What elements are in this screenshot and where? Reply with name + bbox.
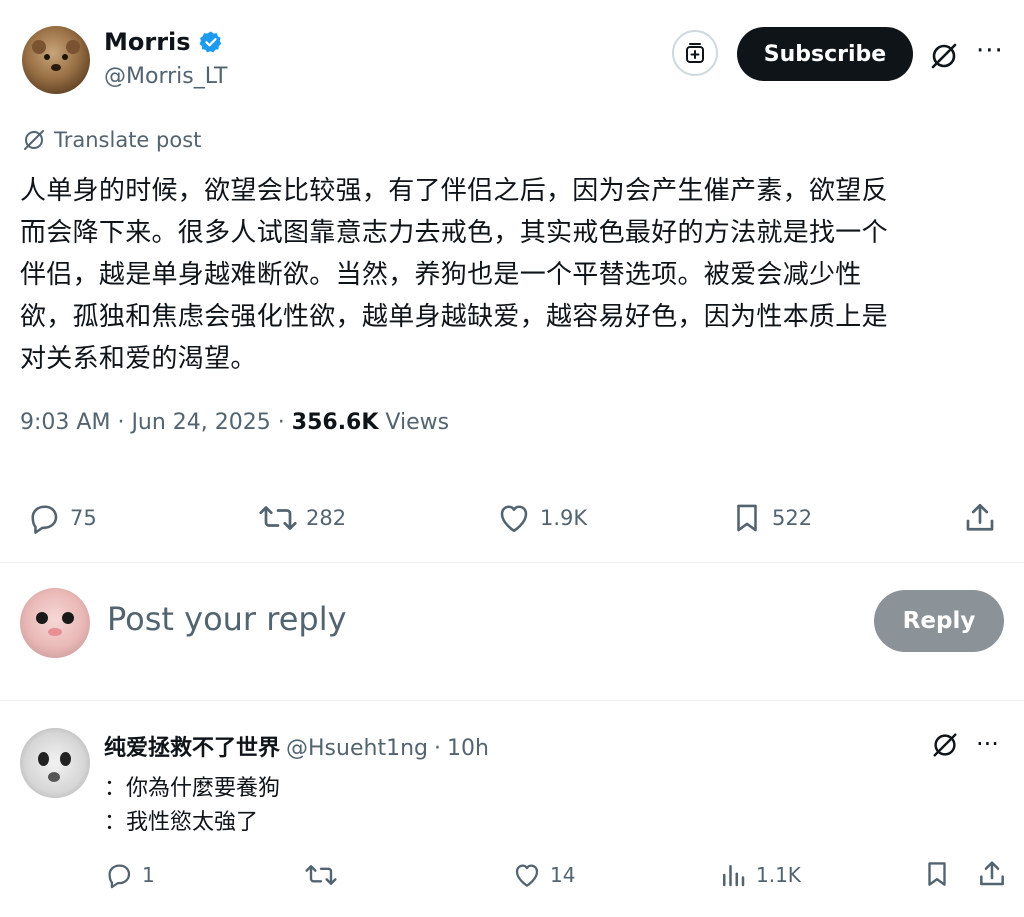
- comment-line: ：我性慾太強了: [104, 810, 259, 835]
- repost-icon: [259, 506, 297, 530]
- like-count: 1.9K: [540, 506, 588, 530]
- comment-like-action[interactable]: 14: [512, 860, 575, 890]
- views-icon: [723, 865, 745, 887]
- author-name-row[interactable]: Morris: [104, 28, 223, 56]
- comment-like-count: 14: [550, 863, 576, 887]
- comment-more-icon[interactable]: ···: [976, 730, 999, 758]
- post-text-line: 对关系和爱的渴望。: [20, 344, 257, 374]
- views-label: Views: [385, 410, 450, 435]
- meta-separator: ·: [117, 410, 125, 435]
- reply-input[interactable]: Post your reply: [107, 600, 347, 638]
- avatar-nose: [48, 628, 62, 636]
- grok-icon[interactable]: [928, 40, 960, 72]
- avatar-nose: [51, 64, 61, 71]
- author-handle[interactable]: @Morris_LT: [104, 64, 227, 89]
- like-icon: [515, 864, 539, 887]
- comment-views-count: 1.1K: [756, 863, 801, 887]
- post-meta: 9:03 AM · Jun 24, 2025 · 356.6K Views: [20, 410, 449, 435]
- commenter-avatar[interactable]: [20, 728, 90, 798]
- avatar-eye-right: [62, 612, 74, 624]
- views-count: 356.6K: [291, 410, 379, 435]
- bookmark-icon[interactable]: [922, 858, 952, 890]
- current-user-avatar[interactable]: [20, 588, 90, 658]
- verified-badge-icon: [199, 31, 221, 53]
- commenter-handle[interactable]: @Hsueht1ng: [286, 736, 428, 761]
- more-icon[interactable]: ···: [976, 36, 1004, 66]
- post-text-line: 人单身的时候，欲望会比较强，有了伴侣之后，因为会产生催产素，欲望反: [20, 176, 888, 206]
- translate-icon: [24, 130, 44, 150]
- author-name[interactable]: Morris: [104, 28, 191, 56]
- avatar-eye-right: [62, 54, 68, 60]
- commenter-name[interactable]: 纯爱拯救不了世界: [104, 730, 280, 762]
- meta-separator: ·: [277, 410, 285, 435]
- divider: [0, 700, 1024, 701]
- subscribe-button[interactable]: Subscribe: [737, 27, 913, 81]
- post-date[interactable]: Jun 24, 2025: [131, 410, 270, 435]
- post-text-line: 欲，孤独和焦虑会强化性欲，越单身越缺爱，越容易好色，因为性本质上是: [20, 302, 888, 332]
- repost-action[interactable]: 282: [258, 500, 346, 536]
- avatar-mouth: [48, 772, 60, 782]
- reply-button[interactable]: Reply: [874, 590, 1004, 652]
- share-icon[interactable]: [962, 500, 998, 536]
- avatar-eye-right: [60, 752, 71, 766]
- subscription-icon: [686, 43, 704, 63]
- post-text-line: 而会降下来。很多人试图靠意志力去戒色，其实戒色最好的方法就是找一个: [20, 218, 888, 248]
- avatar-eye-left: [38, 752, 49, 766]
- like-icon: [500, 505, 528, 533]
- reply-count: 75: [70, 506, 97, 530]
- translate-post-link[interactable]: Translate post: [22, 128, 201, 152]
- repost-icon: [305, 865, 337, 885]
- bookmark-action[interactable]: 522: [730, 500, 812, 536]
- reply-icon: [108, 864, 131, 889]
- comment-dot: ·: [433, 736, 441, 761]
- reply-icon: [31, 505, 58, 534]
- repost-count: 282: [306, 506, 347, 530]
- comment-line: ：你為什麼要養狗: [104, 776, 281, 801]
- reply-action[interactable]: 75: [26, 500, 97, 536]
- translate-label: Translate post: [54, 128, 202, 152]
- share-icon[interactable]: [976, 858, 1008, 890]
- post-time[interactable]: 9:03 AM: [20, 410, 110, 435]
- comment-header: 纯爱拯救不了世界 @Hsueht1ng · 10h: [104, 730, 489, 762]
- avatar-eye-left: [44, 54, 50, 60]
- grok-icon[interactable]: [930, 730, 960, 760]
- bookmark-icon: [737, 504, 757, 532]
- like-action[interactable]: 1.9K: [496, 500, 587, 536]
- comment-age[interactable]: 10h: [447, 736, 489, 761]
- avatar-eye-left: [36, 612, 48, 624]
- author-avatar[interactable]: [22, 26, 90, 94]
- comment-repost-action[interactable]: [304, 860, 338, 894]
- post-text-line: 伴侣，越是单身越难断欲。当然，养狗也是一个平替选项。被爱会减少性: [20, 260, 862, 290]
- bookmark-count: 522: [772, 506, 813, 530]
- comment-reply-action[interactable]: 1: [104, 860, 155, 890]
- subscription-button[interactable]: [672, 30, 718, 76]
- avatar-ear-right: [66, 40, 80, 54]
- divider: [0, 562, 1024, 563]
- post-text: 人单身的时候，欲望会比较强，有了伴侣之后，因为会产生催产素，欲望反 而会降下来。…: [20, 170, 1010, 380]
- avatar-ear-left: [32, 40, 46, 54]
- comment-reply-count: 1: [142, 863, 155, 887]
- comment-views-action[interactable]: 1.1K: [718, 860, 801, 890]
